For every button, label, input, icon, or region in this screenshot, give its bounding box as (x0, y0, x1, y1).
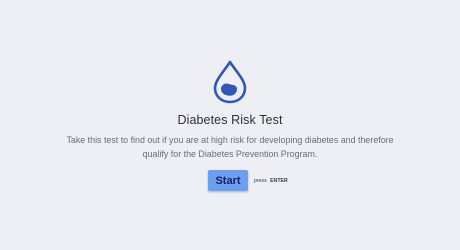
page-title: Diabetes Risk Test (177, 113, 283, 127)
intro-screen: Diabetes Risk Test Take this test to fin… (0, 0, 460, 250)
water-drop-icon (213, 60, 247, 104)
test-description: Take this test to find out if you are at… (66, 135, 394, 159)
keyboard-hint: press ENTER (254, 178, 288, 184)
start-button[interactable]: Start (208, 170, 248, 191)
hint-key: ENTER (270, 178, 288, 184)
hint-prefix: press (254, 178, 267, 184)
